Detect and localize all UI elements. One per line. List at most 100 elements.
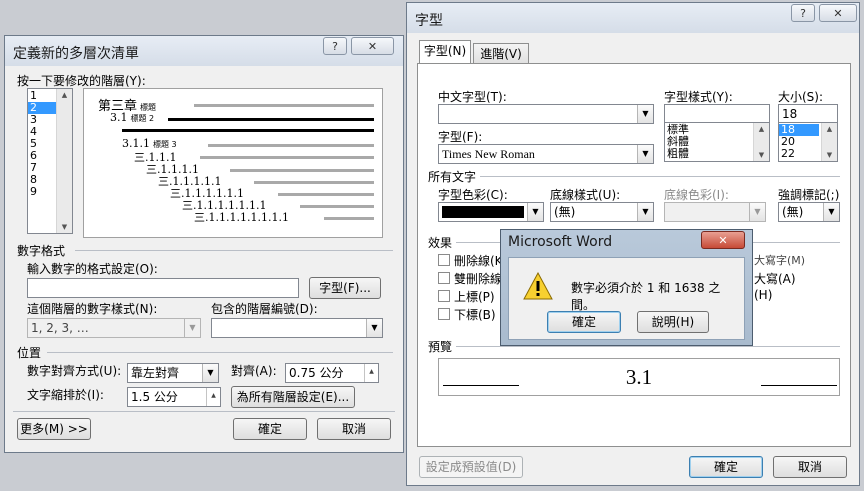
font-preview-box: 3.1 <box>438 358 840 396</box>
set-default-button[interactable]: 設定成預設值(D) <box>419 456 523 478</box>
alert-title: Microsoft Word <box>508 234 613 250</box>
preview-line-9 <box>300 205 374 208</box>
chevron-down-icon[interactable]: ▼ <box>749 203 765 221</box>
preview-line-3 <box>122 129 374 132</box>
preview-level2-text: 3.1 <box>110 111 128 124</box>
divider <box>75 250 393 251</box>
ok-button[interactable]: 確定 <box>689 456 763 478</box>
superscript-label: 上標(P) <box>454 290 495 304</box>
preview-level2: 3.1 標題 2 <box>110 111 154 124</box>
alert-close-button[interactable]: ✕ <box>701 231 745 249</box>
size-list[interactable]: 18 20 22 ▲ ▼ <box>778 122 838 162</box>
cancel-button[interactable]: 取消 <box>317 418 391 440</box>
preview-text: 3.1 <box>625 365 653 389</box>
chevron-down-icon[interactable]: ▼ <box>366 319 382 337</box>
chevron-down-icon[interactable]: ▼ <box>637 105 653 123</box>
all-caps-label: 大寫(A) <box>754 272 796 286</box>
align-label: 數字對齊方式(U): <box>27 364 122 378</box>
chevron-down-icon[interactable]: ▼ <box>823 203 839 221</box>
spinner-arrows-icon[interactable]: ▲▼ <box>364 364 378 382</box>
level-list-scrollbar[interactable]: ▲ ▼ <box>56 89 72 233</box>
chevron-down-icon[interactable]: ▼ <box>527 203 543 221</box>
titlebar: 定義新的多層次清單 ? ✕ <box>5 36 403 66</box>
ok-button[interactable]: 確定 <box>233 418 307 440</box>
font-style-input[interactable] <box>664 104 770 124</box>
scroll-up-icon[interactable]: ▲ <box>822 125 837 133</box>
include-level-select[interactable]: ▼ <box>211 318 383 338</box>
format-input[interactable] <box>27 278 299 298</box>
style-label: 這個階層的數字樣式(N): <box>27 302 158 316</box>
tab-font[interactable]: 字型(N) <box>419 40 471 64</box>
subscript-checkbox[interactable] <box>438 308 450 320</box>
number-style-value: 1, 2, 3, … <box>31 321 89 335</box>
spinner-arrows-icon[interactable]: ▲▼ <box>206 388 220 406</box>
emphasis-value: (無) <box>782 205 804 219</box>
underline-style-value: (無) <box>554 205 576 219</box>
font-value: Times New Roman <box>442 147 535 161</box>
titlebar: 字型 ? ✕ <box>407 3 859 33</box>
chevron-down-icon[interactable]: ▼ <box>184 319 200 337</box>
size-input[interactable]: 18 <box>778 104 838 124</box>
divider <box>47 352 393 353</box>
indent-label: 文字縮排於(I): <box>27 388 104 402</box>
font-style-label: 字型樣式(Y): <box>664 90 733 104</box>
size-list-scrollbar[interactable]: ▲ ▼ <box>821 123 837 161</box>
tab-advanced[interactable]: 進階(V) <box>473 43 529 64</box>
small-caps-label: 大寫字(M) <box>754 254 806 267</box>
chevron-down-icon[interactable]: ▼ <box>637 145 653 163</box>
alert-message: 數字必須介於 1 和 1638 之間。 <box>571 281 721 312</box>
underline-color-select[interactable]: ▼ <box>664 202 766 222</box>
level-list[interactable]: 1 2 3 4 5 6 7 8 9 ▲ ▼ <box>27 88 73 234</box>
font-color-select[interactable]: ▼ <box>438 202 544 222</box>
scroll-down-icon[interactable]: ▼ <box>57 223 72 231</box>
alert-help-button[interactable]: 說明(H) <box>637 311 709 333</box>
underline-style-select[interactable]: (無) ▼ <box>550 202 654 222</box>
all-levels-button[interactable]: 為所有階層設定(E)... <box>231 386 355 408</box>
preview-line-8 <box>278 193 374 196</box>
help-button[interactable]: ? <box>323 37 347 55</box>
align-at-value: 0.75 公分 <box>289 366 344 380</box>
font-label: 字型(F): <box>438 130 483 144</box>
cancel-button[interactable]: 取消 <box>773 456 847 478</box>
cjk-font-select[interactable]: ▼ <box>438 104 654 124</box>
scroll-down-icon[interactable]: ▼ <box>822 151 837 159</box>
chevron-down-icon[interactable]: ▼ <box>202 364 218 382</box>
more-button[interactable]: 更多(M) >> <box>17 418 91 440</box>
close-button[interactable]: ✕ <box>351 37 394 55</box>
preview-row-6: 三.1.1.1.1.1.1.1.1 <box>194 211 289 224</box>
help-button[interactable]: ? <box>791 4 815 22</box>
superscript-checkbox[interactable] <box>438 290 450 302</box>
preview-line-1 <box>194 104 374 107</box>
cjk-font-label: 中文字型(T): <box>438 90 507 104</box>
subscript-label: 下標(B) <box>454 308 496 322</box>
align-at-label: 對齊(A): <box>231 364 277 378</box>
font-style-list[interactable]: 標準 斜體 粗體 ▲ ▼ <box>664 122 770 162</box>
alert-dialog: Microsoft Word ✕ 數字必須介於 1 和 1638 之間。 確定 … <box>500 229 753 346</box>
indent-value: 1.5 公分 <box>131 390 178 404</box>
chevron-down-icon[interactable]: ▼ <box>637 203 653 221</box>
number-align-value: 靠左對齊 <box>131 366 180 380</box>
dialog-title: 字型 <box>415 13 443 29</box>
divider <box>456 346 840 347</box>
font-button[interactable]: 字型(F)... <box>309 277 381 299</box>
dialog-title: 定義新的多層次清單 <box>13 46 139 62</box>
hidden-label: (H) <box>754 288 773 302</box>
number-style-select[interactable]: 1, 2, 3, … ▼ <box>27 318 201 338</box>
divider <box>480 176 840 177</box>
font-select[interactable]: Times New Roman ▼ <box>438 144 654 164</box>
scroll-up-icon[interactable]: ▲ <box>754 125 769 133</box>
scroll-up-icon[interactable]: ▲ <box>57 91 72 99</box>
double-strikethrough-checkbox[interactable] <box>438 272 450 284</box>
align-at-spinner[interactable]: 0.75 公分 ▲▼ <box>285 363 379 383</box>
close-button[interactable]: ✕ <box>819 4 857 22</box>
number-align-select[interactable]: 靠左對齊 ▼ <box>127 363 219 383</box>
font-style-scrollbar[interactable]: ▲ ▼ <box>753 123 769 161</box>
emphasis-select[interactable]: (無) ▼ <box>778 202 840 222</box>
alert-ok-button[interactable]: 確定 <box>547 311 621 333</box>
preview-level3-suffix: 標題 3 <box>153 140 177 149</box>
preview-section: 預覽 <box>428 340 453 354</box>
scroll-down-icon[interactable]: ▼ <box>754 151 769 159</box>
underline-style-label: 底線樣式(U): <box>550 188 621 202</box>
indent-spinner[interactable]: 1.5 公分 ▲▼ <box>127 387 221 407</box>
strikethrough-checkbox[interactable] <box>438 254 450 266</box>
